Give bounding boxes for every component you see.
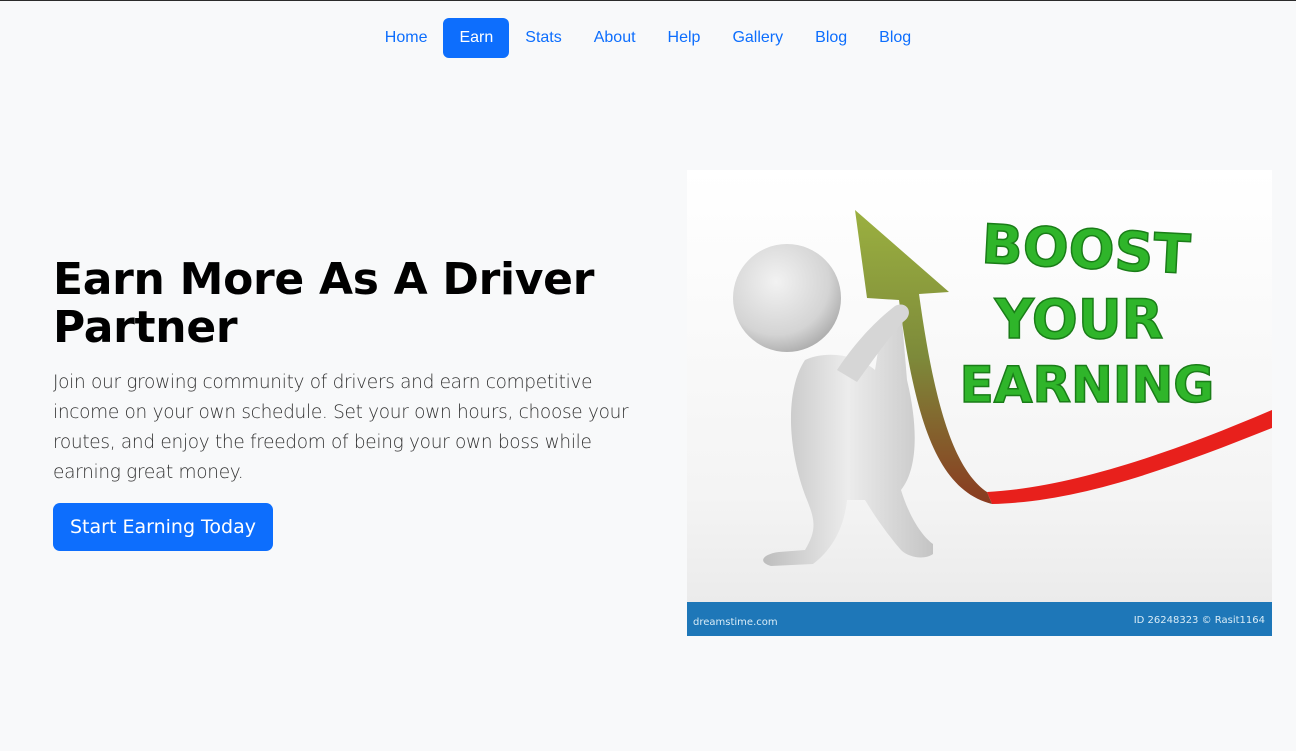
nav-blog[interactable]: Blog [799,18,863,58]
main-nav: Home Earn Stats About Help Gallery Blog … [0,18,1296,58]
nav-stats[interactable]: Stats [509,18,577,58]
boost-earning-illustration: BOOST YOUR EARNING dreamstime.com ID 262… [687,170,1272,636]
nav-home[interactable]: Home [369,18,444,58]
image-footer-left: dreamstime.com [693,617,778,628]
nav-about[interactable]: About [578,18,652,58]
image-footer-right: ID 26248323 © Rasit1164 [1134,615,1265,626]
figure-head [733,244,841,352]
nav-help[interactable]: Help [652,18,717,58]
hero-title: Earn More As A Driver Partner [53,254,595,353]
start-earning-button[interactable]: Start Earning Today [53,503,273,551]
nav-blog-2[interactable]: Blog [863,18,927,58]
hero-image: BOOST YOUR EARNING dreamstime.com ID 262… [687,170,1272,636]
boost-line-1: BOOST [980,213,1192,287]
nav-gallery[interactable]: Gallery [716,18,799,58]
top-border [0,0,1296,1]
boost-line-3: EARNING [960,356,1215,414]
nav-earn[interactable]: Earn [443,18,510,58]
boost-line-2: YOUR [994,288,1164,351]
hero-description: Join our growing community of drivers an… [53,372,629,483]
